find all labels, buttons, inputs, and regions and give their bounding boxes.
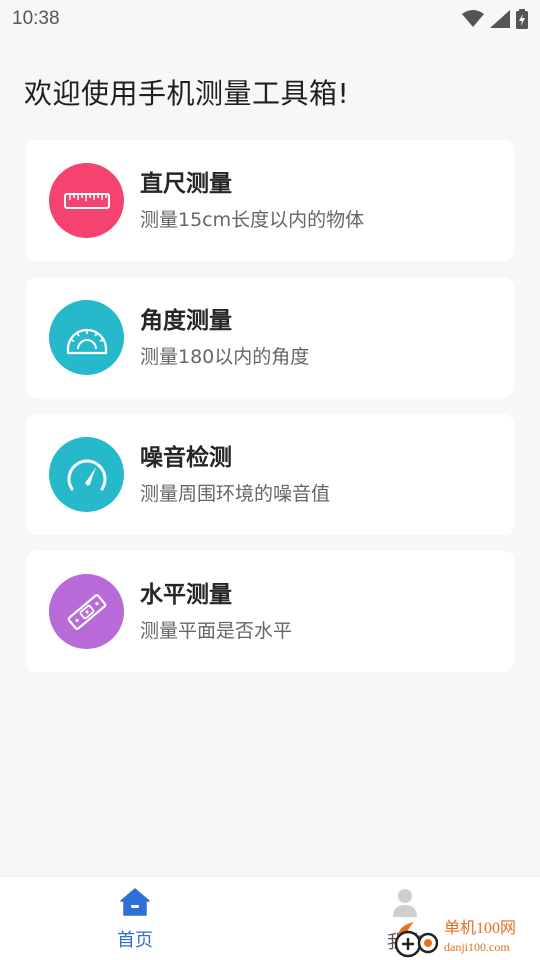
welcome-title: 欢迎使用手机测量工具箱! (24, 77, 350, 110)
tool-list: 直尺测量 测量15cm长度以内的物体 角度测量 测量180以内的角度 噪音检测 … (26, 140, 514, 688)
card-desc: 测量周围环境的噪音值 (140, 483, 331, 505)
card-text: 直尺测量 测量15cm长度以内的物体 (140, 169, 364, 232)
watermark: 单机100网 danji100.com (392, 916, 540, 960)
card-title: 水平测量 (140, 582, 232, 608)
card-text: 水平测量 测量平面是否水平 (140, 580, 292, 643)
card-desc: 测量平面是否水平 (140, 620, 293, 642)
watermark-logo-icon (392, 916, 439, 960)
watermark-name: 单机100网 (444, 920, 517, 937)
home-icon (120, 888, 150, 920)
card-noise[interactable]: 噪音检测 测量周围环境的噪音值 (26, 414, 514, 535)
card-protractor[interactable]: 角度测量 测量180以内的角度 (26, 277, 514, 398)
status-bar: 10:38 (0, 0, 540, 38)
nav-home[interactable]: 首页 (0, 877, 270, 960)
card-desc: 测量180以内的角度 (140, 346, 310, 368)
card-title: 直尺测量 (140, 171, 232, 197)
card-text: 噪音检测 测量周围环境的噪音值 (140, 443, 330, 506)
ruler-icon (49, 163, 124, 238)
speedometer-icon (49, 437, 124, 512)
spirit-level-icon (49, 574, 124, 649)
protractor-icon (49, 300, 124, 375)
signal-icon (490, 10, 510, 28)
wifi-icon (462, 10, 484, 28)
watermark-url: danji100.com (444, 940, 510, 954)
status-icons (462, 9, 528, 29)
card-ruler[interactable]: 直尺测量 测量15cm长度以内的物体 (26, 140, 514, 261)
watermark-text: 单机100网 danji100.com (444, 920, 516, 956)
status-time: 10:38 (12, 8, 60, 29)
card-title: 角度测量 (140, 308, 232, 334)
battery-icon (516, 9, 528, 29)
card-desc: 测量15cm长度以内的物体 (140, 209, 365, 231)
card-title: 噪音检测 (140, 445, 232, 471)
card-text: 角度测量 测量180以内的角度 (140, 306, 309, 369)
nav-home-label: 首页 (117, 930, 153, 951)
card-level[interactable]: 水平测量 测量平面是否水平 (26, 551, 514, 672)
